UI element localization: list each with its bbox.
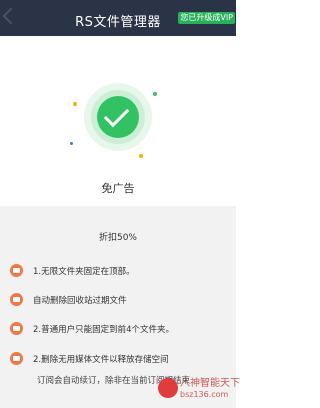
watermark-logo-icon [158,378,178,398]
cleanup-icon [10,352,23,365]
watermark-text: 八神智能天下 [180,378,240,389]
benefits-section: 折扣50% 1.无限文件夹固定在顶部。 自动删除回收站过期文件 2.普通用户只能… [0,206,240,408]
hero-panel: 免广告 [0,36,236,206]
feature-item: 1.无限文件夹固定在顶部。 [10,264,135,277]
feature-text: 2.普通用户只能固定到前4个文件夹。 [33,324,175,335]
decor-dot [153,92,157,96]
app-header: RS文件管理器 您已升级成VIP [0,0,236,36]
feature-item: 2.删除无用媒体文件以释放存储空间 [10,352,169,365]
watermark-url: bsz136.com [180,390,229,399]
no-ads-icon [10,264,23,277]
vip-status-badge[interactable]: 您已升级成VIP [178,12,235,24]
feature-text: 1.无限文件夹固定在顶部。 [33,266,135,277]
feature-item: 2.普通用户只能固定到前4个文件夹。 [10,322,174,335]
feature-text: 自动删除回收站过期文件 [33,295,127,306]
decor-dot [73,102,77,106]
recycle-bin-icon [10,293,23,306]
discount-label: 折扣50% [98,233,137,243]
decor-dot [70,142,73,145]
feature-text: 2.删除无用媒体文件以释放存储空间 [33,354,169,365]
feature-item: 自动删除回收站过期文件 [10,293,127,306]
site-watermark: 八神智能天下 bsz136.com [158,372,240,406]
folder-pin-icon [10,322,23,335]
no-ads-title: 免广告 [101,182,135,195]
decor-dot [139,154,143,158]
